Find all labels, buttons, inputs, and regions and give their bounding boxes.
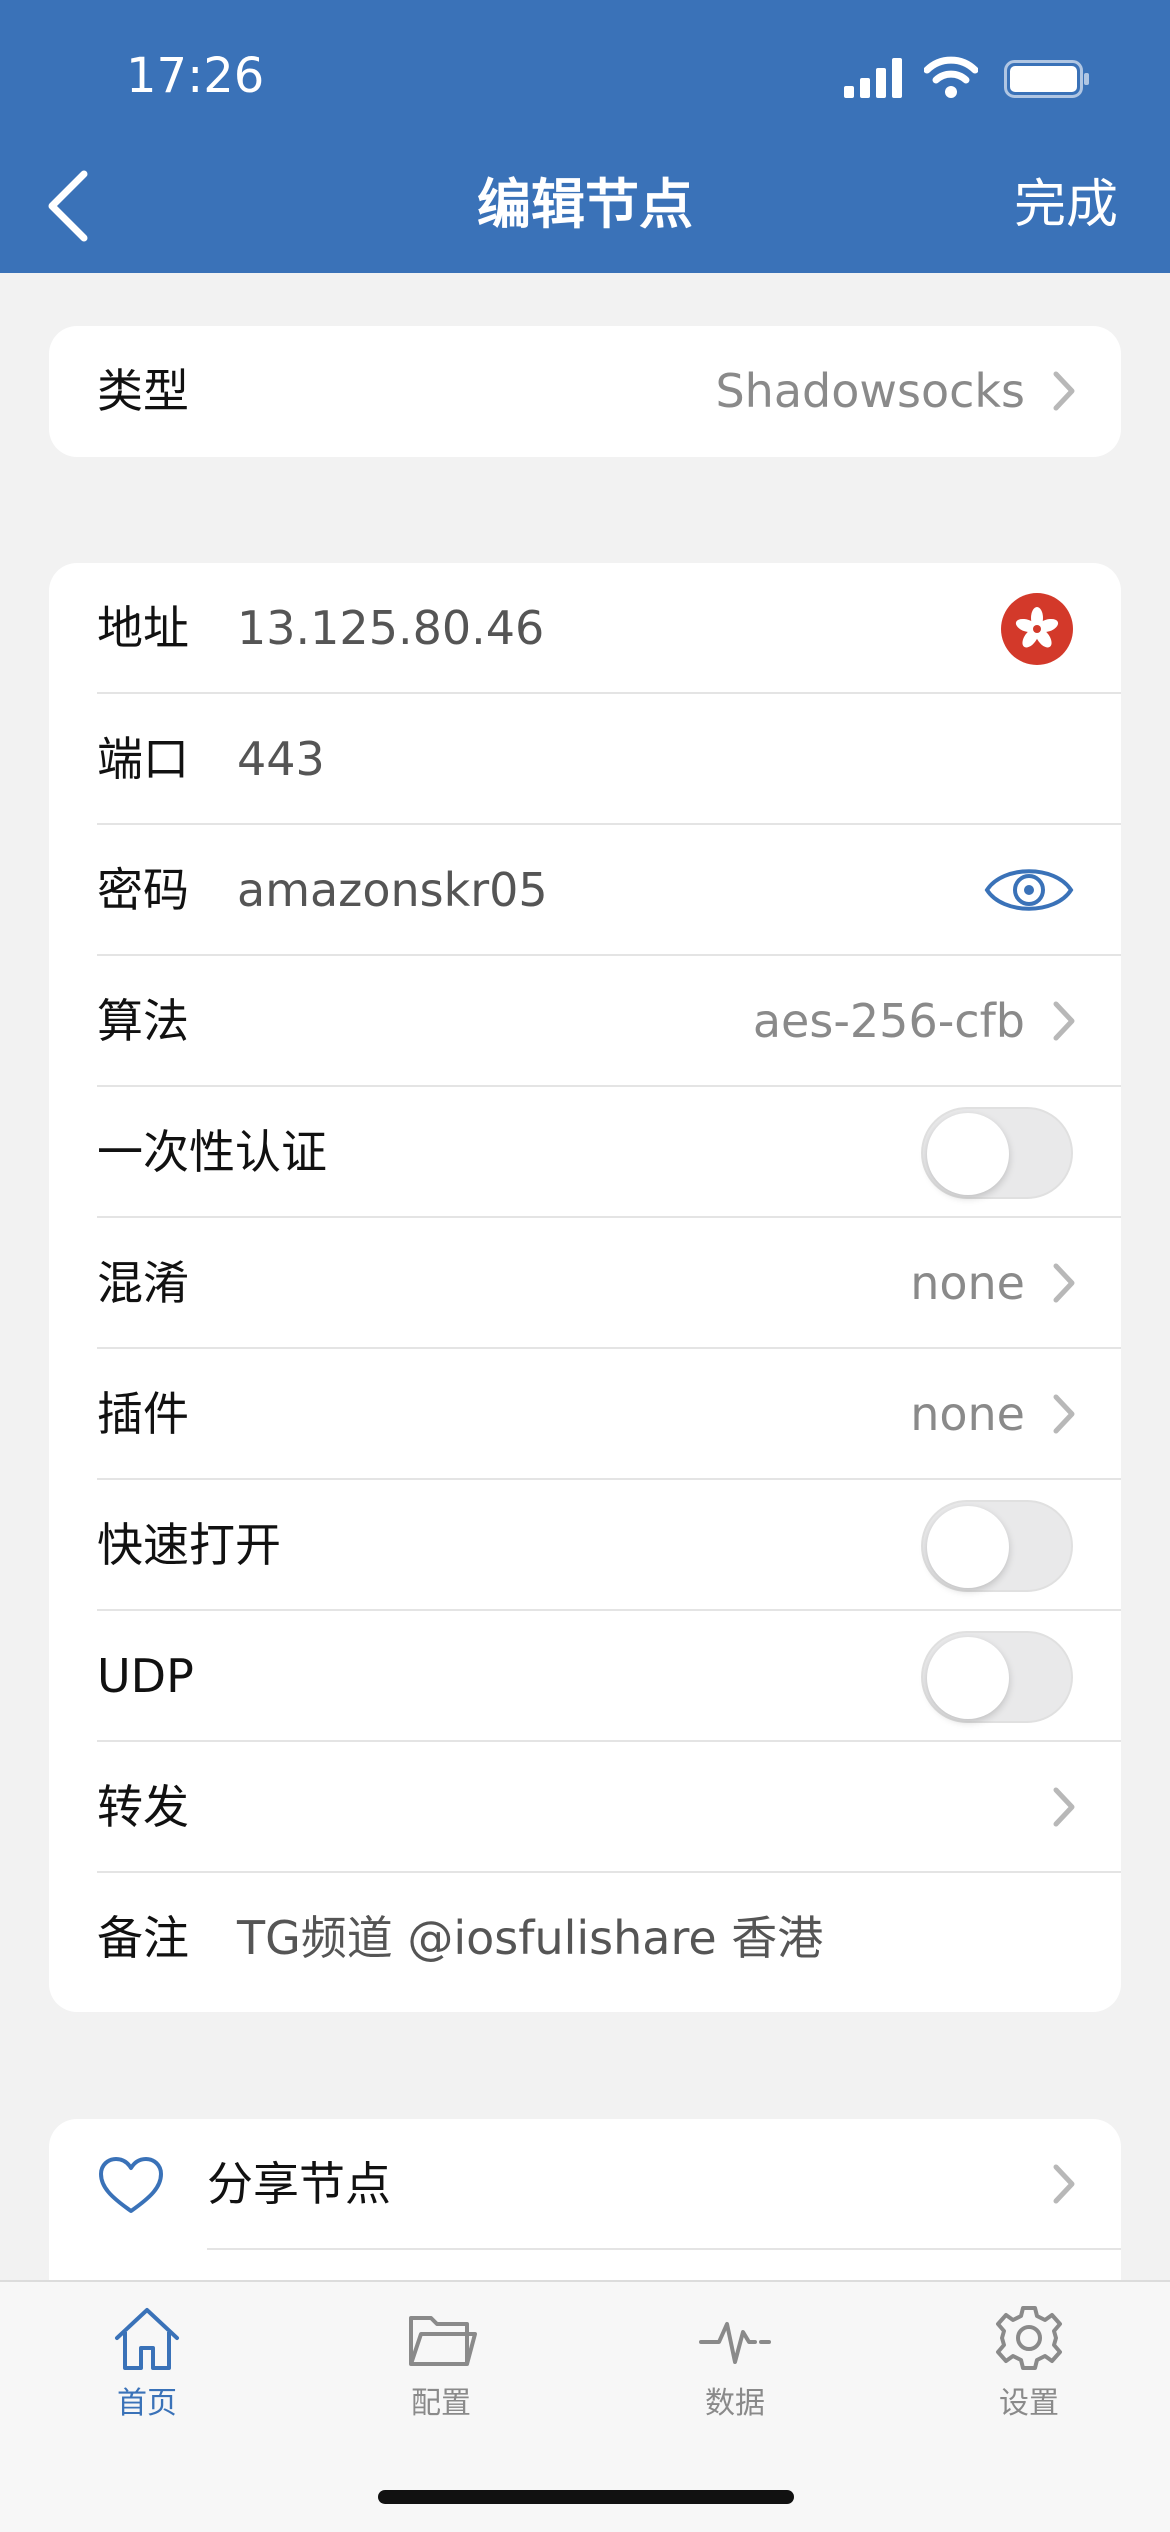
share-node-row[interactable]: 分享节点: [49, 2119, 1121, 2250]
forward-label: 转发: [97, 1780, 189, 1834]
navigation-bar: 17:26 编辑节点 完成: [0, 0, 1170, 273]
toggle-knob: [927, 1113, 1009, 1195]
chevron-right-icon: [1053, 371, 1075, 411]
udp-label: UDP: [97, 1649, 194, 1703]
hong-kong-flag-icon: [1001, 593, 1073, 665]
gear-icon: [996, 2306, 1062, 2370]
address-row: 地址 13.125.80.46: [49, 563, 1121, 694]
port-row: 端口 443: [49, 694, 1121, 825]
password-row: 密码 amazonskr05: [49, 825, 1121, 956]
divider: [207, 2248, 1121, 2250]
fast-open-label: 快速打开: [97, 1518, 281, 1572]
udp-row: UDP: [49, 1611, 1121, 1742]
tab-label: 设置: [999, 2386, 1059, 2421]
node-settings-card: 地址 13.125.80.46 端口 443 密码 amazonskr05 算法…: [49, 563, 1121, 2012]
home-icon: [115, 2308, 179, 2370]
address-label: 地址: [97, 601, 189, 655]
chevron-right-icon: [1053, 1787, 1075, 1827]
port-field[interactable]: 443: [237, 694, 325, 825]
type-label: 类型: [97, 364, 189, 418]
page-title: 编辑节点: [477, 173, 693, 236]
port-label: 端口: [97, 732, 189, 786]
obfs-label: 混淆: [97, 1256, 189, 1310]
tab-label: 配置: [411, 2386, 471, 2421]
one-time-auth-row: 一次性认证: [49, 1087, 1121, 1218]
tab-label: 首页: [117, 2386, 177, 2421]
battery-icon: [1004, 60, 1089, 98]
tab-config[interactable]: 配置: [361, 2302, 521, 2432]
algorithm-value: aes-256-cfb: [752, 994, 1025, 1048]
chevron-right-icon: [1053, 1263, 1075, 1303]
fast-open-toggle[interactable]: [921, 1500, 1073, 1592]
one-time-auth-toggle[interactable]: [921, 1107, 1073, 1199]
chevron-right-icon: [1053, 1001, 1075, 1041]
note-label: 备注: [97, 1911, 189, 1965]
note-row: 备注 TG频道 @iosfulishare 香港: [49, 1873, 1121, 2004]
done-button[interactable]: 完成: [1014, 170, 1118, 240]
chevron-right-icon: [1053, 1394, 1075, 1434]
toggle-knob: [927, 1637, 1009, 1719]
password-field[interactable]: amazonskr05: [237, 825, 548, 956]
wifi-icon: [924, 56, 978, 98]
pulse-icon: [699, 2322, 771, 2364]
type-value: Shadowsocks: [715, 364, 1025, 418]
tab-settings[interactable]: 设置: [949, 2302, 1109, 2432]
type-card: 类型 Shadowsocks: [49, 326, 1121, 457]
chevron-right-icon: [1053, 2164, 1075, 2204]
heart-icon: [99, 2157, 163, 2213]
status-time: 17:26: [126, 48, 265, 104]
fast-open-row: 快速打开: [49, 1480, 1121, 1611]
address-field[interactable]: 13.125.80.46: [237, 563, 544, 694]
obfs-row[interactable]: 混淆 none: [49, 1218, 1121, 1349]
signal-icon: [844, 58, 902, 98]
tab-home[interactable]: 首页: [67, 2302, 227, 2432]
share-node-label: 分享节点: [207, 2157, 391, 2211]
forward-row[interactable]: 转发: [49, 1742, 1121, 1873]
one-time-auth-label: 一次性认证: [97, 1125, 327, 1179]
eye-icon[interactable]: [983, 859, 1075, 921]
password-label: 密码: [97, 863, 189, 917]
udp-toggle[interactable]: [921, 1631, 1073, 1723]
plugin-label: 插件: [97, 1387, 189, 1441]
algorithm-row[interactable]: 算法 aes-256-cfb: [49, 956, 1121, 1087]
tab-label: 数据: [705, 2386, 765, 2421]
note-field[interactable]: TG频道 @iosfulishare 香港: [237, 1873, 823, 2004]
plugin-row[interactable]: 插件 none: [49, 1349, 1121, 1480]
plugin-value: none: [910, 1387, 1025, 1441]
folder-icon: [409, 2316, 477, 2366]
algorithm-label: 算法: [97, 994, 189, 1048]
toggle-knob: [927, 1506, 1009, 1588]
obfs-value: none: [910, 1256, 1025, 1310]
type-row[interactable]: 类型 Shadowsocks: [49, 326, 1121, 457]
tab-data[interactable]: 数据: [655, 2302, 815, 2432]
home-indicator[interactable]: [378, 2490, 794, 2504]
